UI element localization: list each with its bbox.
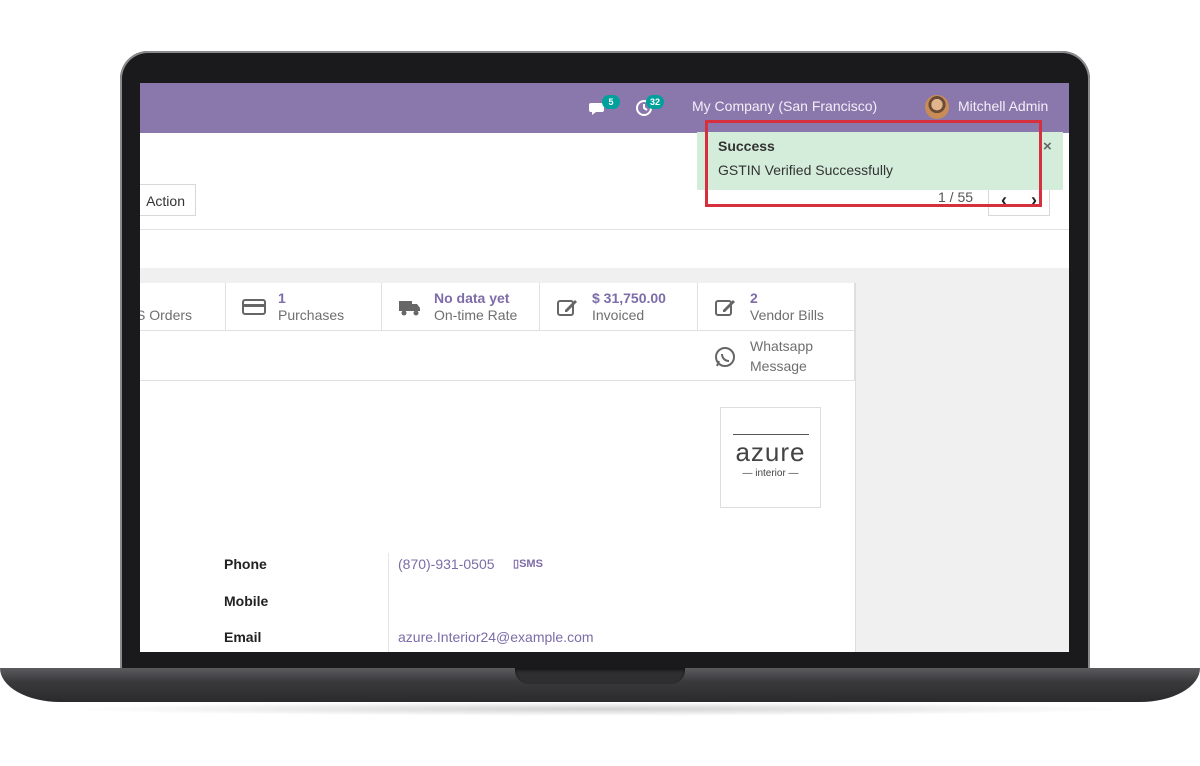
mobile-label: Mobile <box>224 593 269 609</box>
vendor-bills-label: Vendor Bills <box>750 307 824 323</box>
form-sheet: S Orders 1 Purchases No data yet On-time… <box>140 283 856 652</box>
field-separator <box>388 553 389 652</box>
purchases-button[interactable]: 1 Purchases <box>226 283 382 331</box>
whatsapp-label-line1: Whatsapp <box>750 338 814 354</box>
activity-badge: 32 <box>646 95 664 109</box>
action-button[interactable]: Action <box>140 184 196 216</box>
laptop-shadow <box>60 702 1140 716</box>
logo-text: azure <box>735 437 806 467</box>
whatsapp-message-button[interactable]: Whatsapp Message <box>698 331 855 380</box>
laptop-notch <box>515 668 685 684</box>
sale-orders-label: S Orders <box>140 307 193 323</box>
highlight-box <box>705 120 1042 207</box>
sms-button[interactable]: ▯SMS <box>513 557 543 570</box>
credit-card-icon <box>242 297 266 317</box>
invoiced-button[interactable]: $ 31,750.00 Invoiced <box>540 283 698 331</box>
messages-badge: 5 <box>602 95 620 109</box>
email-label: Email <box>224 629 262 645</box>
sms-label: SMS <box>519 558 543 570</box>
purchases-label: Purchases <box>278 307 345 323</box>
logo-subtext: — interior — <box>742 468 799 479</box>
divider <box>140 229 1069 230</box>
edit-icon <box>556 297 580 317</box>
edit-icon <box>714 297 738 317</box>
vendor-bills-count: 2 <box>750 290 758 306</box>
email-value[interactable]: azure.Interior24@example.com <box>398 629 594 645</box>
vendor-bills-button[interactable]: 2 Vendor Bills <box>698 283 855 331</box>
user-avatar[interactable] <box>925 95 949 119</box>
ontime-rate-button[interactable]: No data yet On-time Rate <box>382 283 540 331</box>
phone-value[interactable]: (870)-931-0505 <box>398 556 495 572</box>
invoiced-label: Invoiced <box>592 307 645 323</box>
truck-icon <box>398 297 422 317</box>
close-icon[interactable]: × <box>1043 138 1052 155</box>
smart-button-box: S Orders 1 Purchases No data yet On-time… <box>140 283 855 381</box>
ontime-label: On-time Rate <box>434 307 518 323</box>
whatsapp-label-line2: Message <box>750 358 807 374</box>
phone-label: Phone <box>224 556 267 572</box>
whatsapp-icon <box>714 346 738 367</box>
ontime-value: No data yet <box>434 290 510 306</box>
invoiced-amount: $ 31,750.00 <box>592 290 666 306</box>
sale-orders-button[interactable]: S Orders <box>140 283 226 331</box>
company-logo[interactable]: azure — interior — <box>720 407 821 508</box>
purchases-count: 1 <box>278 290 286 306</box>
